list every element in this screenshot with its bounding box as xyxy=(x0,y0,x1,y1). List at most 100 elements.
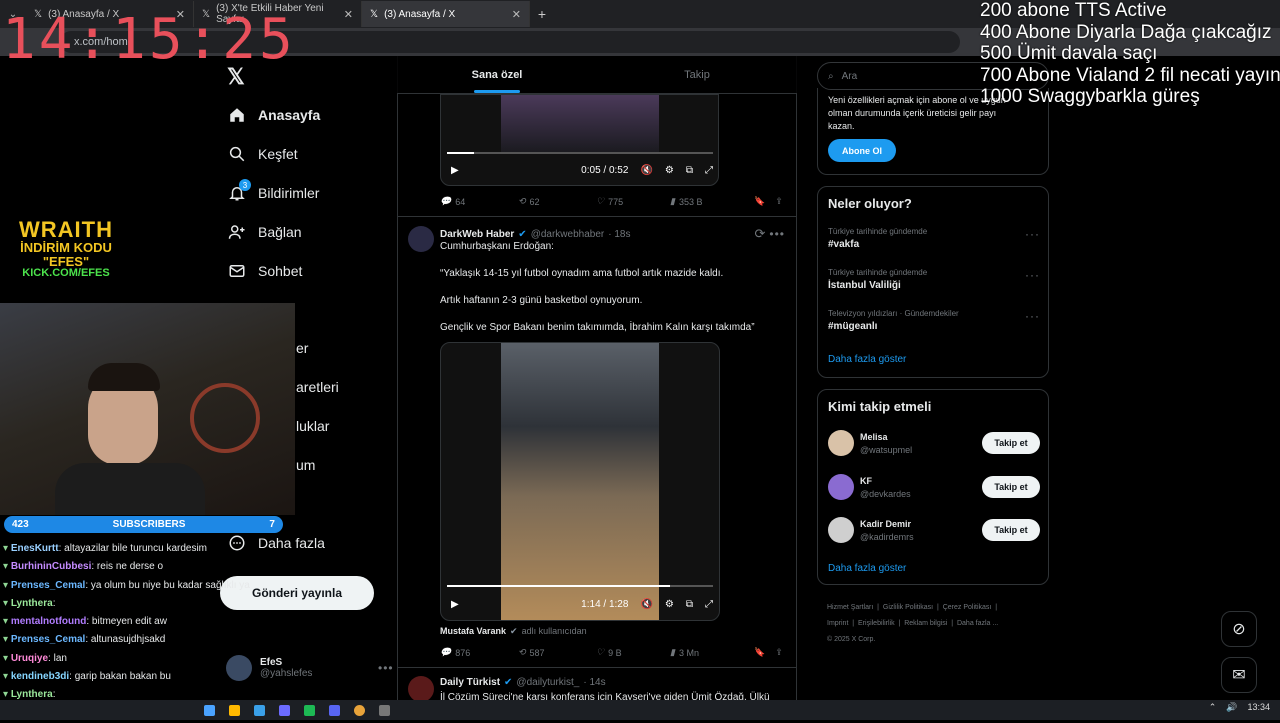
follow-suggestion[interactable]: Melisa @watsupmel Takip et xyxy=(828,430,1040,456)
volume-icon[interactable]: 🔇 xyxy=(640,165,652,176)
like-button[interactable]: ♡ 775 xyxy=(596,196,670,207)
volume-icon[interactable]: 🔇 xyxy=(640,599,652,610)
like-button[interactable]: ♡ 9 B xyxy=(596,647,670,658)
share-icon[interactable]: ⇪ xyxy=(775,647,783,658)
follow-suggestion[interactable]: KF @devkardes Takip et xyxy=(828,474,1040,500)
footer-link[interactable]: Imprint xyxy=(827,620,848,627)
volume-icon[interactable]: 🔊 xyxy=(1226,702,1237,713)
attribution-name[interactable]: Mustafa Varank xyxy=(440,626,506,637)
chat-username[interactable]: mentalnotfound xyxy=(11,616,87,627)
nav-item-bookmarks[interactable]: aretleri xyxy=(296,379,339,395)
nav-item-premium[interactable]: um xyxy=(296,457,315,473)
footer-link[interactable]: Hizmet Şartları xyxy=(827,604,873,611)
reply-button[interactable]: 💬 64 xyxy=(440,196,518,207)
nav-item-lists[interactable]: er xyxy=(296,340,308,356)
system-clock[interactable]: 13:34 xyxy=(1247,702,1270,713)
file-explorer-icon[interactable] xyxy=(229,704,240,716)
discord-icon[interactable] xyxy=(329,704,340,716)
tweet-author-name[interactable]: Daily Türkist xyxy=(440,677,500,688)
windows-icon[interactable] xyxy=(204,704,215,716)
grok-button[interactable]: ⊘ xyxy=(1221,611,1257,647)
webcam-feed xyxy=(0,303,295,515)
browser-tab-active[interactable]: 𝕏 (3) Anasayfa / X ✕ xyxy=(362,1,530,27)
messages-button[interactable]: ✉ xyxy=(1221,657,1257,693)
chat-username[interactable]: Prenses_Cemal xyxy=(11,580,86,591)
tweet-time[interactable]: · 14s xyxy=(583,677,605,688)
close-icon[interactable]: ✕ xyxy=(512,8,521,21)
chat-username[interactable]: Lynthera xyxy=(11,598,53,609)
footer-link[interactable]: Erişilebilirlik xyxy=(858,620,895,627)
trend-item[interactable]: Türkiye tarihinde gündemde İstanbul Vali… xyxy=(828,268,1040,291)
close-icon[interactable]: ✕ xyxy=(344,8,353,21)
chat-username[interactable]: Lynthera xyxy=(11,689,53,700)
retweet-button[interactable]: ⟲ 62 xyxy=(518,196,596,207)
reply-button[interactable]: 💬 876 xyxy=(440,647,518,658)
footer-link[interactable]: Çerez Politikası xyxy=(943,604,992,611)
nav-item-notifications[interactable]: 3 Bildirimler xyxy=(228,179,319,202)
more-icon[interactable]: ••• xyxy=(378,661,394,675)
tab-following[interactable]: Takip xyxy=(597,56,797,93)
gear-icon[interactable]: ⚙ xyxy=(665,599,674,610)
footer-link[interactable]: Daha fazla ... xyxy=(957,620,998,627)
more-icon[interactable]: ••• xyxy=(769,227,785,241)
more-icon[interactable]: ··· xyxy=(1025,268,1040,282)
pip-icon[interactable]: ⧉ xyxy=(686,165,693,176)
like-count: 775 xyxy=(608,196,624,207)
subscribe-button[interactable]: Abone Ol xyxy=(828,139,896,162)
nav-item-explore[interactable]: Keşfet xyxy=(228,145,298,163)
play-icon[interactable]: ▶ xyxy=(451,599,459,610)
video-progress-track[interactable] xyxy=(447,152,713,154)
pip-icon[interactable]: ⧉ xyxy=(686,599,693,610)
fullscreen-icon[interactable]: ⤢ xyxy=(705,599,713,610)
views-button[interactable]: ▮ 353 B xyxy=(670,196,754,207)
chat-username[interactable]: kendineb3di xyxy=(11,671,69,682)
avatar[interactable] xyxy=(408,226,434,252)
footer-link[interactable]: Gizlilik Politikası xyxy=(883,604,933,611)
more-icon[interactable]: ··· xyxy=(1025,309,1040,323)
nav-item-connect[interactable]: Bağlan xyxy=(228,223,302,241)
tab-for-you[interactable]: Sana özel xyxy=(397,56,597,93)
wall-decoration xyxy=(190,383,260,453)
chrome-icon[interactable] xyxy=(354,704,365,716)
follow-button[interactable]: Takip et xyxy=(982,519,1040,541)
chat-username[interactable]: Uruqiye xyxy=(11,653,48,664)
spotify-icon[interactable] xyxy=(304,704,315,716)
follow-button[interactable]: Takip et xyxy=(982,432,1040,454)
obs-icon[interactable] xyxy=(379,704,390,716)
tweet-video[interactable]: ▶ 1:14 / 1:28 🔇 ⚙ ⧉ ⤢ xyxy=(440,342,720,621)
show-more-link[interactable]: Daha fazla göster xyxy=(828,354,906,365)
chat-username[interactable]: Prenses_Cemal xyxy=(11,634,86,645)
footer-link[interactable]: Reklam bilgisi xyxy=(904,620,947,627)
gear-icon[interactable]: ⚙ xyxy=(665,165,674,176)
edge-icon[interactable] xyxy=(254,704,265,716)
retweet-button[interactable]: ⟲ 587 xyxy=(518,647,596,658)
chat-username[interactable]: EnesKurtt xyxy=(11,543,59,554)
follow-suggestion[interactable]: Kadir Demir @kadirdemrs Takip et xyxy=(828,517,1040,543)
tweet-time[interactable]: · 18s xyxy=(608,229,630,240)
bookmark-icon[interactable]: 🔖 xyxy=(754,196,765,207)
nav-label: Bağlan xyxy=(258,224,302,240)
trend-item[interactable]: Televizyon yıldızları · Gündemdekiler #m… xyxy=(828,309,1040,332)
share-icon[interactable]: ⇪ xyxy=(775,196,783,207)
new-tab-button[interactable]: + xyxy=(530,6,554,22)
play-icon[interactable]: ▶ xyxy=(451,165,459,176)
show-more-link[interactable]: Daha fazla göster xyxy=(828,563,906,574)
follow-button[interactable]: Takip et xyxy=(982,476,1040,498)
tweet-author-handle[interactable]: @darkwebhaber xyxy=(531,229,605,240)
chevron-up-icon[interactable]: ⌃ xyxy=(1209,702,1217,713)
nav-item-communities[interactable]: luklar xyxy=(296,418,329,434)
more-icon[interactable]: ··· xyxy=(1025,227,1040,241)
tweet-author-name[interactable]: DarkWeb Haber xyxy=(440,229,514,240)
avatar[interactable] xyxy=(408,676,434,702)
app-icon[interactable] xyxy=(279,704,290,716)
tweet-video[interactable]: ▶ 0:05 / 0:52 🔇 ⚙ ⧉ ⤢ xyxy=(440,94,719,186)
bookmark-icon[interactable]: 🔖 xyxy=(754,647,765,658)
trend-item[interactable]: Türkiye tarihinde gündemde #vakfa ··· xyxy=(828,227,1040,250)
chat-username[interactable]: BurhininCubbesi xyxy=(11,561,92,572)
nav-item-home[interactable]: Anasayfa xyxy=(228,106,320,124)
fullscreen-icon[interactable]: ⤢ xyxy=(705,165,713,176)
views-button[interactable]: ▮ 3 Mn xyxy=(670,647,754,658)
nav-item-messages[interactable]: Sohbet xyxy=(228,262,302,280)
tweet-author-handle[interactable]: @dailyturkist_ xyxy=(516,677,579,688)
video-progress-track[interactable] xyxy=(447,585,713,587)
